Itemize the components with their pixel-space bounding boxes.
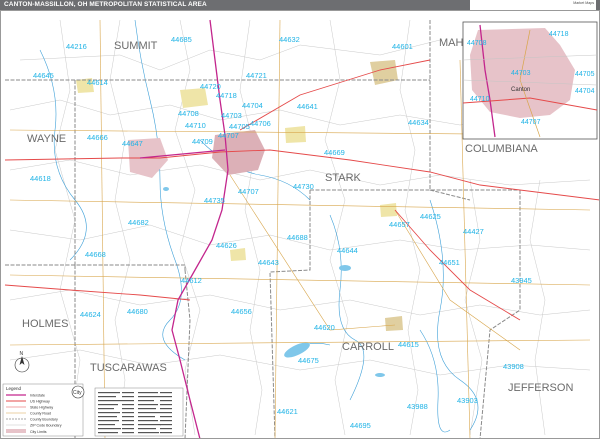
zip-label: 44703 — [221, 111, 242, 120]
inset-zip-label: 44704 — [575, 88, 595, 95]
legend-item: US Highway — [30, 400, 50, 404]
zip-label: 44618 — [30, 174, 51, 183]
scale-marker: City — [71, 385, 85, 399]
zip-label: 44620 — [314, 323, 335, 332]
inset-zip-label: 44710 — [470, 96, 490, 103]
zip-label: 44704 — [242, 101, 263, 110]
zip-label: 44682 — [128, 218, 149, 227]
minerva-town-area — [380, 203, 397, 217]
zip-label: 44688 — [287, 233, 308, 242]
zip-label: 44615 — [398, 340, 419, 349]
inset-zip-label: 44703 — [511, 70, 531, 77]
county-label-holmes: HOLMES — [22, 318, 68, 330]
zip-label: 44216 — [66, 42, 87, 51]
zip-label: 44651 — [439, 258, 460, 267]
inset-zip-label: 44718 — [549, 31, 569, 38]
legend-item: State Highway — [30, 406, 53, 410]
map-canvas[interactable]: SUMMIT WAYNE STARK COLUMBIANA HOLMES TUS… — [0, 0, 600, 439]
zip-label: 44718 — [216, 91, 237, 100]
county-label-tuscarawas: TUSCARAWAS — [90, 362, 167, 374]
zip-label: 44685 — [171, 35, 192, 44]
zip-label: 44641 — [297, 102, 318, 111]
zip-label: 44669 — [324, 148, 345, 157]
zip-label: 44621 — [277, 407, 298, 416]
zip-label: 44626 — [216, 241, 237, 250]
zip-label: 44645 — [33, 71, 54, 80]
zip-label: 44668 — [85, 250, 106, 259]
county-label-columbiana: COLUMBIANA — [465, 143, 538, 155]
zip-label: 44656 — [231, 307, 252, 316]
legend-item: City Limits — [30, 430, 47, 434]
zip-label: 44644 — [337, 246, 358, 255]
zip-label: 44730 — [293, 182, 314, 191]
zip-label: 44614 — [87, 78, 108, 87]
zip-label: 44601 — [392, 42, 413, 51]
county-label-carroll: CARROLL — [342, 341, 394, 353]
zip-label: 44708 — [178, 109, 199, 118]
zip-label: 44706 — [250, 119, 271, 128]
zip-label: 44666 — [87, 133, 108, 142]
zip-label: 44710 — [185, 121, 206, 130]
county-label-wayne: WAYNE — [27, 133, 66, 145]
zip-label: 44707 — [218, 131, 239, 140]
zip-label: 44720 — [200, 82, 221, 91]
zip-label: 44709 — [192, 137, 213, 146]
carrollton-town-area — [385, 316, 403, 331]
inset-zip-label: 44708 — [467, 40, 487, 47]
zip-label: 44427 — [463, 227, 484, 236]
zip-label: 44695 — [350, 421, 371, 430]
county-label-jefferson: JEFFERSON — [508, 382, 573, 394]
zip-label: 44657 — [389, 220, 410, 229]
zip-label: 44612 — [181, 276, 202, 285]
inset-zip-label: 44707 — [521, 119, 541, 126]
inset-map[interactable]: 44708 44718 44703 44705 44704 44710 4470… — [462, 21, 598, 140]
county-label-stark: STARK — [325, 172, 362, 184]
inset-zip-label: 44705 — [575, 71, 595, 78]
zip-label: 44647 — [122, 139, 143, 148]
zip-label: 43908 — [503, 362, 524, 371]
zip-label: 44634 — [408, 118, 429, 127]
zip-label: 43903 — [457, 396, 478, 405]
map-frame: CANTON-MASSILLON, OH METROPOLITAN STATIS… — [0, 0, 600, 439]
legend-item: Interstate — [30, 394, 45, 398]
county-label-summit: SUMMIT — [114, 40, 158, 52]
louisville-town-area — [285, 126, 306, 143]
legend-item: County Road — [30, 412, 51, 416]
north-label: N — [20, 351, 24, 357]
legend-frame — [2, 383, 84, 437]
scale-label: City — [73, 390, 82, 396]
zip-label: 43988 — [407, 402, 428, 411]
zip-label: 44643 — [258, 258, 279, 267]
zip-label: 44705 — [229, 122, 250, 131]
zip-label: 44721 — [246, 71, 267, 80]
zip-label: 44675 — [298, 356, 319, 365]
inset-city-label: Canton — [511, 87, 530, 93]
zip-label: 44624 — [80, 310, 101, 319]
zip-label: 44680 — [127, 307, 148, 316]
legend: Legend Interstate US Highway State Highw… — [2, 383, 84, 437]
index-table — [94, 387, 184, 437]
zip-label: 44735 — [204, 196, 225, 205]
legend-item: County Boundary — [30, 418, 58, 422]
zip-label: 44632 — [279, 35, 300, 44]
legend-item: ZIP Code Boundary — [30, 424, 62, 428]
legend-swatch — [6, 429, 26, 433]
zip-label: 43945 — [511, 276, 532, 285]
zip-label: 44707 — [238, 187, 259, 196]
legend-title: Legend — [6, 386, 22, 391]
zip-label: 44625 — [420, 212, 441, 221]
north-canton-town-area — [180, 88, 208, 108]
